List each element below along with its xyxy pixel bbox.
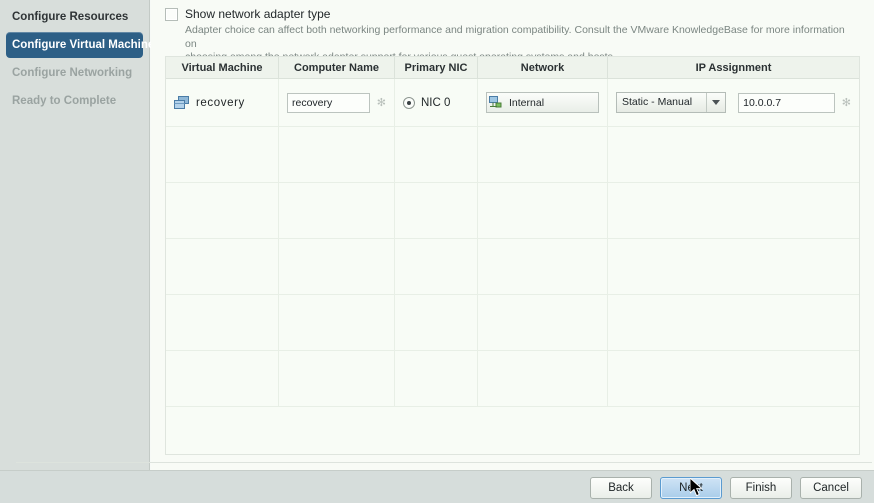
primary-nic-radio-group[interactable]: NIC 0: [403, 96, 451, 109]
computer-name-input[interactable]: recovery: [287, 92, 370, 113]
sidebar-item-configure-networking[interactable]: Configure Networking: [6, 60, 143, 86]
back-button[interactable]: Back: [590, 477, 652, 499]
button-group: Back Next Finish Cancel: [590, 477, 862, 499]
cell-primary-nic[interactable]: [395, 295, 478, 350]
table-row[interactable]: [166, 351, 859, 407]
cell-ip-assignment[interactable]: [608, 183, 859, 238]
cell-ip-assignment[interactable]: [608, 295, 859, 350]
wizard-window: Configure Resources Configure Virtual Ma…: [0, 0, 874, 503]
cell-primary-nic[interactable]: [395, 351, 478, 406]
table-row[interactable]: [166, 239, 859, 295]
network-adapter-icon: [489, 96, 502, 108]
show-network-adapter-label: Show network adapter type: [185, 7, 331, 21]
cell-primary-nic[interactable]: [395, 127, 478, 182]
network-selector[interactable]: Internal: [486, 92, 599, 113]
cell-virtual-machine[interactable]: [166, 239, 279, 294]
cancel-button[interactable]: Cancel: [800, 477, 862, 499]
cell-network[interactable]: [478, 295, 608, 350]
cell-virtual-machine[interactable]: [166, 127, 279, 182]
next-button[interactable]: Next: [660, 477, 722, 499]
cell-virtual-machine[interactable]: [166, 295, 279, 350]
column-header-network[interactable]: Network: [478, 57, 608, 78]
finish-button[interactable]: Finish: [730, 477, 792, 499]
nic0-radio-button[interactable]: [403, 96, 415, 109]
chevron-down-icon: [712, 100, 721, 105]
table-row[interactable]: [166, 295, 859, 351]
table-header-row: Virtual Machine Computer Name Primary NI…: [166, 57, 859, 79]
table-row[interactable]: recovery recovery ✻ NIC 0 Internal Stati…: [166, 79, 859, 127]
cell-network[interactable]: Internal: [478, 79, 608, 126]
footer-separator: [16, 462, 872, 463]
cell-ip-assignment[interactable]: [608, 351, 859, 406]
cell-computer-name[interactable]: [279, 127, 395, 182]
main-panel: Show network adapter type Adapter choice…: [151, 0, 874, 470]
virtual-machine-icon: [174, 95, 189, 109]
cell-computer-name[interactable]: [279, 351, 395, 406]
computer-name-required-marker: ✻: [376, 96, 386, 109]
cell-primary-nic[interactable]: NIC 0: [395, 79, 478, 126]
show-network-adapter-option[interactable]: Show network adapter type: [165, 7, 330, 21]
ip-assignment-mode-value: Static - Manual: [622, 96, 693, 108]
cell-computer-name[interactable]: recovery ✻: [279, 79, 395, 126]
table-row[interactable]: [166, 183, 859, 239]
ip-address-required-marker: ✻: [841, 96, 851, 109]
cell-network[interactable]: [478, 239, 608, 294]
nic0-label: NIC 0: [421, 96, 451, 109]
column-header-virtual-machine[interactable]: Virtual Machine: [166, 57, 279, 78]
sidebar-item-ready-to-complete[interactable]: Ready to Complete: [6, 88, 143, 114]
cell-computer-name[interactable]: [279, 183, 395, 238]
network-name-label: Internal: [509, 96, 545, 109]
cell-ip-assignment[interactable]: Static - Manual 10.0.0.7 ✻: [608, 79, 859, 126]
cell-network[interactable]: [478, 183, 608, 238]
table-row[interactable]: [166, 127, 859, 183]
option-description-line-1: Adapter choice can affect both networkin…: [185, 24, 845, 50]
wizard-button-bar: Back Next Finish Cancel: [0, 470, 874, 503]
cell-ip-assignment[interactable]: [608, 127, 859, 182]
cell-virtual-machine[interactable]: [166, 183, 279, 238]
ip-address-input[interactable]: 10.0.0.7: [738, 92, 835, 113]
cell-network[interactable]: [478, 351, 608, 406]
show-network-adapter-checkbox[interactable]: [165, 8, 178, 21]
virtual-machines-table: Virtual Machine Computer Name Primary NI…: [165, 56, 860, 455]
cell-virtual-machine[interactable]: [166, 351, 279, 406]
cell-primary-nic[interactable]: [395, 183, 478, 238]
column-header-primary-nic[interactable]: Primary NIC: [395, 57, 478, 78]
dropdown-arrow-button[interactable]: [706, 93, 725, 112]
cell-computer-name[interactable]: [279, 239, 395, 294]
sidebar-item-configure-resources[interactable]: Configure Resources: [6, 4, 143, 30]
cell-computer-name[interactable]: [279, 295, 395, 350]
column-header-ip-assignment[interactable]: IP Assignment: [608, 57, 859, 78]
sidebar-item-configure-virtual-machines[interactable]: Configure Virtual Machines: [6, 32, 161, 58]
column-header-computer-name[interactable]: Computer Name: [279, 57, 395, 78]
wizard-step-sidebar: Configure Resources Configure Virtual Ma…: [0, 0, 161, 470]
cell-virtual-machine[interactable]: recovery: [166, 79, 279, 126]
vm-name-label: recovery: [196, 96, 245, 109]
ip-assignment-mode-dropdown[interactable]: Static - Manual: [616, 92, 727, 113]
cell-primary-nic[interactable]: [395, 239, 478, 294]
cell-ip-assignment[interactable]: [608, 239, 859, 294]
cell-network[interactable]: [478, 127, 608, 182]
